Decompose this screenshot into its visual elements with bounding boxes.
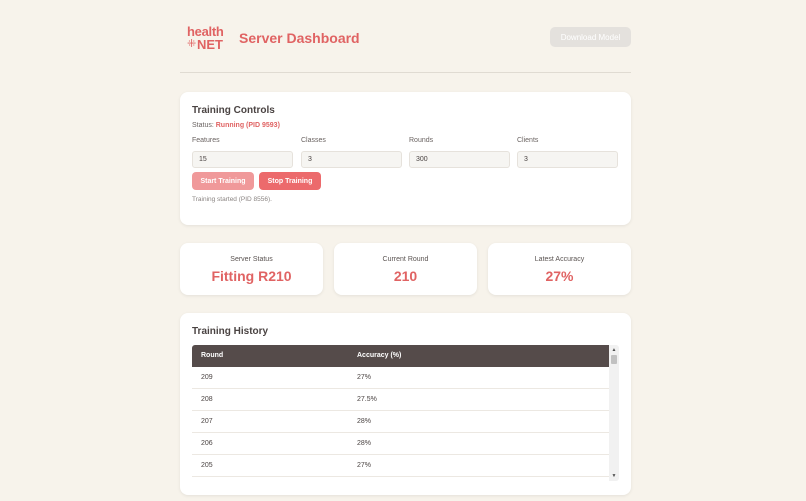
clients-label: Clients — [517, 137, 539, 144]
rounds-label: Rounds — [409, 137, 434, 144]
status-value: Running (PID 9593) — [215, 122, 280, 129]
accuracy-cell: 27% — [357, 374, 372, 381]
table-scrollbar[interactable]: ▲ ▼ — [609, 345, 619, 481]
round-cell: 205 — [201, 462, 213, 469]
current-round-label: Current Round — [382, 256, 429, 263]
server-status-label: Server Status — [230, 256, 273, 263]
table-row: 208 27.5% — [192, 389, 609, 411]
rounds-field: Rounds — [409, 137, 510, 168]
table-row: 209 27% — [192, 367, 609, 389]
training-history-card: Training History Round Accuracy (%) 209 … — [180, 313, 631, 495]
round-cell: 208 — [201, 396, 213, 403]
training-log-message: Training started (PID 8556). — [192, 196, 272, 203]
accuracy-cell: 28% — [357, 418, 372, 425]
status-label: Status: — [192, 122, 216, 129]
table-row: 205 27% — [192, 455, 609, 477]
download-model-button[interactable]: Download Model — [550, 27, 631, 47]
scrollbar-thumb[interactable] — [611, 355, 617, 364]
server-status-value: Fitting R210 — [211, 268, 292, 284]
classes-field: Classes — [301, 137, 402, 168]
features-field: Features — [192, 137, 293, 168]
column-header-accuracy: Accuracy (%) — [357, 352, 402, 359]
accuracy-cell: 27% — [357, 462, 372, 469]
server-status-card: Server Status Fitting R210 — [180, 243, 323, 295]
page-title: Server Dashboard — [239, 30, 360, 46]
latest-accuracy-label: Latest Accuracy — [534, 256, 585, 263]
table-row: 207 28% — [192, 411, 609, 433]
stop-training-button[interactable]: Stop Training — [259, 172, 321, 190]
scroll-down-arrow-icon[interactable]: ▼ — [609, 471, 619, 481]
table-row: 206 28% — [192, 433, 609, 455]
healthnet-logo: health ⁜ NET — [187, 25, 229, 51]
training-history-title: Training History — [192, 326, 269, 337]
clients-field: Clients — [517, 137, 618, 168]
rounds-input[interactable] — [409, 151, 510, 168]
current-round-card: Current Round 210 — [334, 243, 477, 295]
logo-text-bottom: NET — [197, 37, 223, 52]
column-header-round: Round — [201, 352, 224, 359]
header: health ⁜ NET Server Dashboard Download M… — [180, 0, 631, 73]
accuracy-cell: 27.5% — [357, 396, 377, 403]
latest-accuracy-card: Latest Accuracy 27% — [488, 243, 631, 295]
classes-input[interactable] — [301, 151, 402, 168]
scroll-up-arrow-icon[interactable]: ▲ — [609, 345, 619, 355]
features-input[interactable] — [192, 151, 293, 168]
logo-mark-icon: ⁜ — [187, 38, 197, 50]
current-round-value: 210 — [393, 268, 418, 284]
round-cell: 206 — [201, 440, 213, 447]
latest-accuracy-value: 27% — [545, 268, 574, 284]
dashboard: health ⁜ NET Server Dashboard Download M… — [180, 0, 631, 495]
training-controls-card: Training Controls Status: Running (PID 9… — [180, 92, 631, 225]
training-controls-title: Training Controls — [192, 105, 275, 116]
clients-input[interactable] — [517, 151, 618, 168]
table-header: Round Accuracy (%) — [192, 345, 609, 367]
features-label: Features — [192, 137, 220, 144]
accuracy-cell: 28% — [357, 440, 372, 447]
round-cell: 209 — [201, 374, 213, 381]
classes-label: Classes — [301, 137, 326, 144]
round-cell: 207 — [201, 418, 213, 425]
status-line: Status: Running (PID 9593) — [192, 122, 280, 129]
history-table[interactable]: Round Accuracy (%) 209 27% 208 27.5% 207… — [192, 345, 619, 481]
start-training-button[interactable]: Start Training — [192, 172, 254, 190]
